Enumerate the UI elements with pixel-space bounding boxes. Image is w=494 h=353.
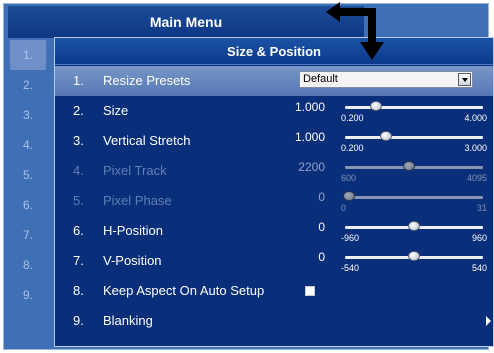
pixel-phase-slider: 0 31 [341, 186, 487, 216]
slider-min-label: -960 [341, 233, 360, 243]
slider-max-label: 960 [471, 233, 487, 243]
keep-aspect-checkbox[interactable] [305, 286, 315, 296]
slider-min-label: 600 [341, 173, 357, 183]
menu-row-size[interactable]: 2. Size 1.000 0.200 4.000 [55, 96, 493, 126]
slider-thumb[interactable] [408, 251, 420, 261]
pixel-phase-value: 0 [318, 190, 325, 204]
pixel-track-slider: 600 4095 [341, 156, 487, 186]
size-position-panel: Size & Position 1. Resize Presets Defaul… [54, 37, 494, 347]
dropdown-value: Default [303, 73, 338, 85]
slider-thumb [402, 161, 415, 171]
row-label: Keep Aspect On Auto Setup [103, 283, 265, 298]
size-position-title: Size & Position [55, 38, 493, 65]
menu-row-vertical-stretch[interactable]: 3. Vertical Stretch 1.000 0.200 3.000 [55, 126, 493, 156]
slider-max-label: 4.000 [464, 113, 487, 123]
row-label: Resize Presets [103, 73, 191, 88]
main-menu-item-2[interactable]: 2. [10, 70, 46, 100]
row-number: 1. [73, 73, 84, 88]
main-menu-item-3[interactable]: 3. [10, 100, 46, 130]
vertical-stretch-value: 1.000 [294, 130, 325, 144]
main-menu-item-8[interactable]: 8. [10, 250, 46, 280]
row-number: 3. [73, 133, 84, 148]
slider-max-label: 3.000 [464, 143, 487, 153]
size-value: 1.000 [294, 100, 325, 114]
menu-row-pixel-phase: 5. Pixel Phase 0 0 31 [55, 186, 493, 216]
main-menu-item-7[interactable]: 7. [10, 220, 46, 250]
slider-track [345, 196, 483, 199]
slider-thumb[interactable] [370, 101, 383, 111]
main-menu-title: Main Menu [8, 6, 364, 38]
row-label: Blanking [103, 313, 153, 328]
slider-thumb[interactable] [408, 221, 420, 231]
slider-min-label: 0.200 [341, 113, 364, 123]
main-menu-item-9[interactable]: 9. [10, 280, 46, 310]
slider-min-label: 0 [341, 203, 347, 213]
row-label: Pixel Track [103, 163, 167, 178]
row-number: 9. [73, 313, 84, 328]
row-number: 4. [73, 163, 84, 178]
chevron-down-icon[interactable] [458, 73, 471, 86]
slider-thumb [343, 191, 355, 201]
row-number: 5. [73, 193, 84, 208]
slider-thumb[interactable] [380, 131, 393, 141]
main-menu-item-6[interactable]: 6. [10, 190, 46, 220]
slider-max-label: 540 [471, 263, 487, 273]
v-position-slider[interactable]: -540 540 [341, 246, 487, 276]
menu-row-keep-aspect[interactable]: 8. Keep Aspect On Auto Setup [55, 276, 493, 306]
h-position-slider[interactable]: -960 960 [341, 216, 487, 246]
slider-max-label: 4095 [466, 173, 487, 183]
size-slider[interactable]: 0.200 4.000 [341, 96, 487, 126]
menu-row-blanking[interactable]: 9. Blanking [55, 306, 493, 336]
pixel-track-value: 2200 [298, 160, 325, 174]
menu-row-resize-presets[interactable]: 1. Resize Presets Default [55, 66, 493, 96]
main-menu-item-1[interactable]: 1. [10, 40, 46, 70]
main-menu-item-5[interactable]: 5. [10, 160, 46, 190]
resize-presets-dropdown[interactable]: Default [299, 71, 473, 88]
h-position-value: 0 [318, 220, 325, 234]
row-number: 8. [73, 283, 84, 298]
vertical-stretch-slider[interactable]: 0.200 3.000 [341, 126, 487, 156]
slider-min-label: -540 [341, 263, 360, 273]
row-label: Vertical Stretch [103, 133, 191, 148]
row-label: Size [103, 103, 129, 118]
row-number: 2. [73, 103, 84, 118]
row-number: 6. [73, 223, 84, 238]
menu-row-v-position[interactable]: 7. V-Position 0 -540 540 [55, 246, 493, 276]
v-position-value: 0 [318, 250, 325, 264]
row-label: V-Position [103, 253, 162, 268]
triangle-right-icon[interactable] [486, 316, 491, 326]
slider-track [345, 106, 483, 109]
slider-track [345, 136, 483, 139]
menu-row-pixel-track: 4. Pixel Track 2200 600 4095 [55, 156, 493, 186]
row-label: H-Position [103, 223, 163, 238]
main-menu-item-4[interactable]: 4. [10, 130, 46, 160]
menu-row-h-position[interactable]: 6. H-Position 0 -960 960 [55, 216, 493, 246]
row-number: 7. [73, 253, 84, 268]
bent-arrow-icon [326, 2, 384, 60]
row-label: Pixel Phase [103, 193, 172, 208]
slider-max-label: 31 [476, 203, 487, 213]
slider-min-label: 0.200 [341, 143, 364, 153]
